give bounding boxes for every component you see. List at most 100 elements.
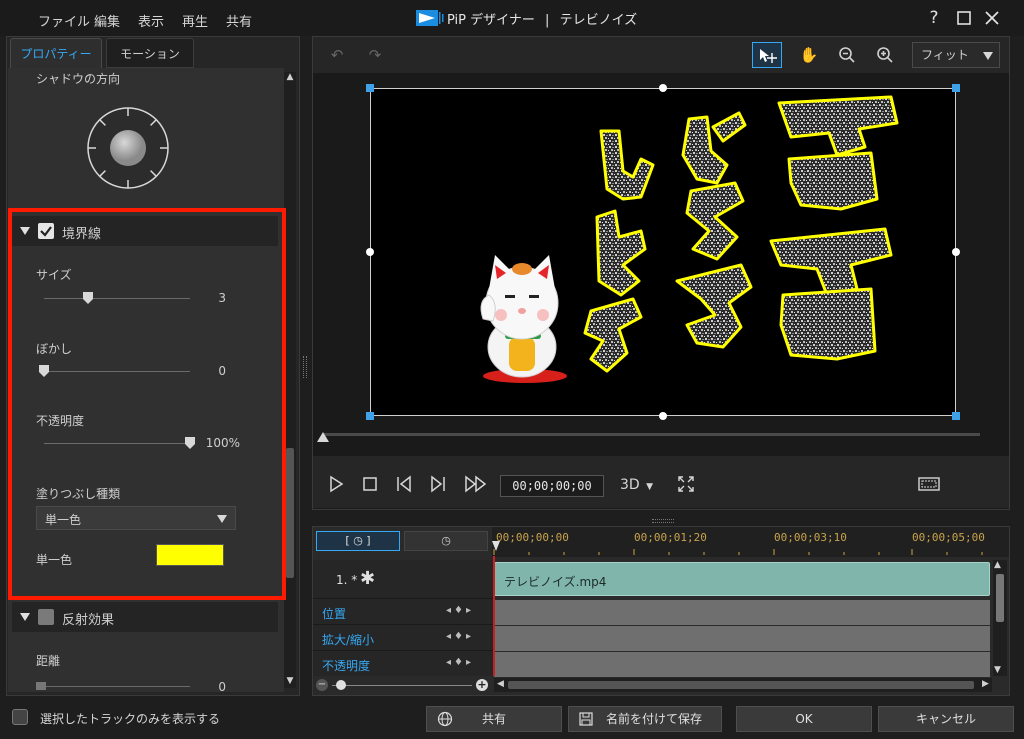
distance-slider-thumb[interactable] [36,682,46,690]
clip-name: テレビノイズ.mp4 [504,575,607,589]
ruler-label: 00;00;01;20 [634,531,707,544]
help-icon[interactable]: ? [924,8,944,28]
close-icon[interactable] [982,8,1002,28]
distance-slider-track[interactable] [44,686,190,687]
save-icon [579,712,593,726]
resize-handle-corner[interactable] [952,84,960,92]
distance-value: 0 [218,680,226,694]
resize-handle[interactable] [952,248,960,256]
next-frame-icon[interactable] [426,472,450,496]
scroll-up-icon[interactable]: ▲ [994,560,1001,570]
clock-icon[interactable]: ◷ [404,531,488,551]
menu-play[interactable]: 再生 [182,11,208,30]
playhead-line [493,556,495,676]
show-selected-track-checkbox[interactable] [12,709,28,725]
show-selected-track-label: 選択したトラックのみを表示する [40,712,221,726]
save-as-label: 名前を付けて保存 [605,712,702,726]
3d-mode-button[interactable]: 3D ▼ [620,477,653,493]
keyframe-nav-icon[interactable]: ◂♦▸ [446,657,474,668]
resize-handle[interactable] [659,84,667,92]
track-name: 1. * [336,573,358,587]
chevron-down-icon [983,52,993,60]
splitter-grip[interactable] [652,519,674,523]
row-divider [313,624,493,625]
seek-thumb[interactable] [317,432,329,442]
zoom-slider-track[interactable] [332,685,472,686]
zoom-in-icon[interactable]: + [476,679,488,691]
preview-toolbar [313,37,1009,73]
menu-file[interactable]: ファイル [38,11,90,30]
cancel-button[interactable]: キャンセル [878,706,1014,732]
preview-canvas[interactable] [370,88,956,416]
fit-value: フィット [921,48,969,62]
resize-handle-corner[interactable] [366,412,374,420]
scroll-down-icon[interactable]: ▼ [284,676,296,688]
menu-share[interactable]: 共有 [226,11,252,30]
keyframe-nav-icon[interactable]: ◂♦▸ [446,605,474,616]
resize-handle-corner[interactable] [952,412,960,420]
menu-edit[interactable]: 編集 [94,11,120,30]
attribute-scale[interactable]: 拡大/縮小 [322,631,374,648]
select-move-icon[interactable] [752,42,782,68]
timeline-vscroll[interactable] [993,560,1007,676]
ruler-label: 00;00;00;00 [496,531,569,544]
attribute-track-row[interactable] [494,600,990,625]
reflection-checkbox[interactable] [38,609,54,625]
redo-icon[interactable]: ↷ [360,42,390,68]
menu-view[interactable]: 表示 [138,11,164,30]
resize-handle[interactable] [659,412,667,420]
fit-select[interactable]: フィット [912,42,1000,68]
safe-zone-icon[interactable] [916,472,942,496]
timeline-vscroll-thumb[interactable] [996,574,1004,622]
ruler-label: 00;00;03;10 [774,531,847,544]
timeline-hscroll-thumb[interactable] [508,681,974,689]
share-button[interactable]: 共有 [426,706,562,732]
ruler-ticks [493,549,983,555]
collapse-arrow-icon[interactable] [20,613,30,621]
scroll-up-icon[interactable]: ▲ [284,72,296,84]
zoom-out-icon[interactable]: − [316,679,328,691]
splitter-grip[interactable] [303,356,307,378]
resize-handle[interactable] [366,248,374,256]
window-title: PiP デザイナー | テレビノイズ [447,9,637,28]
app-name: PiP デザイナー [447,13,535,28]
shadow-direction-label: シャドウの方向 [36,72,121,86]
stop-icon[interactable] [358,472,382,496]
timeline-view-button[interactable]: [ ◷ ] [316,531,400,551]
zoom-slider-thumb[interactable] [336,680,346,690]
save-as-button[interactable]: 名前を付けて保存 [568,706,722,732]
globe-icon [437,711,453,727]
scroll-left-icon[interactable]: ◀ [497,679,504,689]
previous-frame-icon[interactable] [392,472,416,496]
playhead-marker[interactable] [492,541,500,551]
undo-icon[interactable]: ↶ [322,42,352,68]
lucky-cat-illustration [480,255,567,383]
tab-properties[interactable]: プロパティー [10,38,102,68]
zoom-in-icon[interactable] [870,42,900,68]
timecode-display[interactable]: 00;00;00;00 [500,475,604,497]
maximize-icon[interactable] [954,8,974,28]
fullscreen-icon[interactable] [674,472,698,496]
reflection-title: 反射効果 [62,613,115,628]
title-separator: | [545,13,550,28]
attribute-track-row[interactable] [494,652,990,677]
attribute-opacity[interactable]: 不透明度 [322,657,370,674]
fast-forward-icon[interactable] [462,472,490,496]
keyframe-nav-icon[interactable]: ◂♦▸ [446,631,474,642]
play-icon[interactable] [324,472,348,496]
zoom-out-icon[interactable] [832,42,862,68]
tab-motion[interactable]: モーション [106,38,194,68]
ok-button[interactable]: OK [736,706,872,732]
ruler-label: 00;00;05;00 [912,531,985,544]
attribute-position[interactable]: 位置 [322,605,346,622]
attribute-track-row[interactable] [494,626,990,651]
scroll-down-icon[interactable]: ▼ [994,665,1001,675]
panel-scrollbar-thumb[interactable] [286,448,294,578]
resize-handle-corner[interactable] [366,84,374,92]
shadow-direction-dial[interactable] [86,106,170,190]
chevron-down-icon: ▼ [646,482,654,492]
hand-tool-icon[interactable]: ✋ [794,42,824,68]
scroll-right-icon[interactable]: ▶ [982,679,989,689]
seek-bar[interactable] [324,433,980,436]
timeline-hscroll[interactable] [494,678,992,692]
